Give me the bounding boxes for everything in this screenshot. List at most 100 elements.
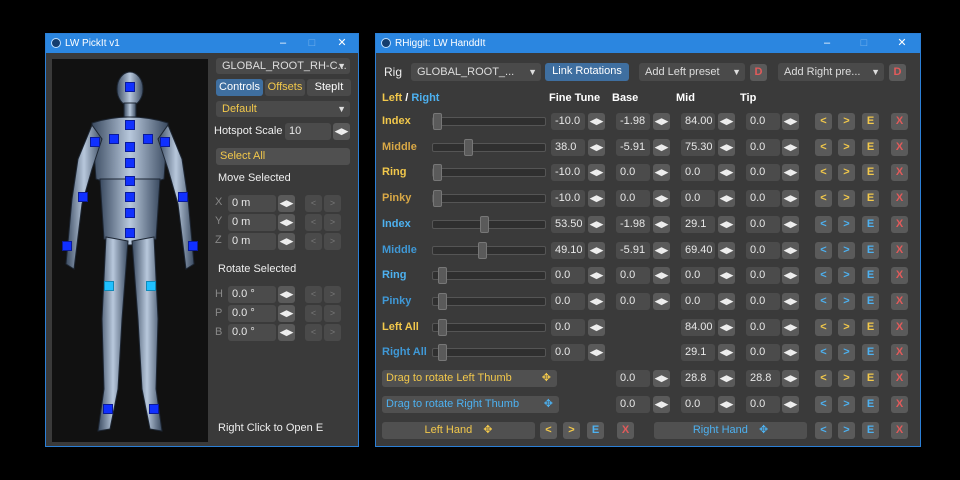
- left-middle-tip-input[interactable]: 0.0: [746, 138, 780, 156]
- hotspot-scale-spinner-icon[interactable]: ◀▶: [333, 123, 350, 140]
- rotate-b-input[interactable]: 0.0 °: [228, 324, 276, 341]
- right-middle-edit-button[interactable]: E: [862, 241, 879, 259]
- rotate-p-prev-icon[interactable]: <: [305, 305, 322, 322]
- right-right-all-reset-button[interactable]: X: [891, 344, 908, 362]
- left-hand-next-button[interactable]: >: [563, 422, 580, 439]
- left-middle-base-spinner-icon[interactable]: ◀▶: [653, 138, 670, 156]
- right-index-mid-input[interactable]: 29.1: [681, 215, 715, 233]
- right-index-tip-spinner-icon[interactable]: ◀▶: [782, 215, 799, 233]
- right-ring-slider-handle[interactable]: [438, 267, 448, 285]
- hotspot-elbow-left[interactable]: [178, 192, 188, 202]
- left-hand-button[interactable]: Left Hand ✥: [382, 422, 535, 439]
- add-right-preset-select[interactable]: Add Right pre... ▼: [778, 63, 884, 81]
- left-left-all-next-button[interactable]: >: [838, 318, 855, 336]
- right-index-tip-input[interactable]: 0.0: [746, 215, 780, 233]
- right-ring-fine-tune-spinner-icon[interactable]: ◀▶: [588, 267, 605, 285]
- rotate-b-spinner-icon[interactable]: ◀▶: [278, 324, 295, 341]
- left-thumb-prev-button[interactable]: <: [815, 370, 832, 387]
- right-middle-base-spinner-icon[interactable]: ◀▶: [653, 241, 670, 259]
- right-middle-tip-spinner-icon[interactable]: ◀▶: [782, 241, 799, 259]
- drag-right-thumb-button[interactable]: Drag to rotate Right Thumb ✥: [382, 396, 559, 413]
- left-ring-tip-input[interactable]: 0.0: [746, 164, 780, 182]
- left-pinky-edit-button[interactable]: E: [862, 190, 879, 208]
- right-hand-edit-button[interactable]: E: [862, 422, 879, 439]
- right-thumb-mid-spinner-icon[interactable]: ◀▶: [718, 396, 735, 413]
- left-ring-slider[interactable]: [432, 164, 546, 182]
- right-middle-tip-input[interactable]: 0.0: [746, 241, 780, 259]
- right-right-all-tip-spinner-icon[interactable]: ◀▶: [782, 344, 799, 362]
- minimize-icon[interactable]: –: [274, 35, 292, 51]
- rotate-p-spinner-icon[interactable]: ◀▶: [278, 305, 295, 322]
- hotspot-head[interactable]: [125, 82, 135, 92]
- left-middle-reset-button[interactable]: X: [891, 138, 908, 156]
- right-thumb-base-spinner-icon[interactable]: ◀▶: [653, 396, 670, 413]
- left-middle-next-button[interactable]: >: [838, 138, 855, 156]
- right-pinky-slider-handle[interactable]: [438, 292, 448, 310]
- left-ring-mid-input[interactable]: 0.0: [681, 164, 715, 182]
- left-middle-prev-button[interactable]: <: [815, 138, 832, 156]
- left-index-slider[interactable]: [432, 113, 546, 130]
- left-left-all-slider[interactable]: [432, 318, 546, 336]
- right-middle-fine-tune-spinner-icon[interactable]: ◀▶: [588, 241, 605, 259]
- right-ring-fine-tune-input[interactable]: 0.0: [551, 267, 585, 285]
- right-right-all-mid-input[interactable]: 29.1: [681, 344, 715, 362]
- right-pinky-base-input[interactable]: 0.0: [616, 292, 650, 310]
- hotspot-clavicle-left[interactable]: [143, 134, 153, 144]
- right-right-all-tip-input[interactable]: 0.0: [746, 344, 780, 362]
- tab-controls[interactable]: Controls: [216, 79, 263, 96]
- right-right-all-fine-tune-input[interactable]: 0.0: [551, 344, 585, 362]
- move-x-spinner-icon[interactable]: ◀▶: [278, 195, 295, 212]
- left-hand-reset-button[interactable]: X: [617, 422, 634, 439]
- right-index-mid-spinner-icon[interactable]: ◀▶: [718, 215, 735, 233]
- left-index-fine-tune-spinner-icon[interactable]: ◀▶: [588, 113, 605, 130]
- drag-left-thumb-button[interactable]: Drag to rotate Left Thumb ✥: [382, 370, 557, 387]
- left-thumb-base-input[interactable]: 0.0: [616, 370, 650, 387]
- hotspot-knee-right[interactable]: [104, 281, 114, 291]
- right-ring-base-spinner-icon[interactable]: ◀▶: [653, 267, 670, 285]
- rotate-b-next-icon[interactable]: >: [324, 324, 341, 341]
- hotspot-wrist-left[interactable]: [188, 241, 198, 251]
- left-thumb-tip-spinner-icon[interactable]: ◀▶: [782, 370, 799, 387]
- rotate-p-next-icon[interactable]: >: [324, 305, 341, 322]
- move-y-next-icon[interactable]: >: [324, 214, 341, 231]
- move-z-next-icon[interactable]: >: [324, 233, 341, 250]
- maximize-icon[interactable]: □: [855, 35, 873, 51]
- right-right-all-fine-tune-spinner-icon[interactable]: ◀▶: [588, 344, 605, 362]
- left-left-all-reset-button[interactable]: X: [891, 318, 908, 336]
- left-middle-fine-tune-input[interactable]: 38.0: [551, 138, 585, 156]
- left-middle-edit-button[interactable]: E: [862, 138, 879, 156]
- left-thumb-edit-button[interactable]: E: [862, 370, 879, 387]
- hotspot-chest[interactable]: [125, 142, 135, 152]
- hotspot-spine-upper[interactable]: [125, 158, 135, 168]
- left-left-all-slider-handle[interactable]: [438, 318, 448, 336]
- right-thumb-prev-button[interactable]: <: [815, 396, 832, 413]
- move-z-prev-icon[interactable]: <: [305, 233, 322, 250]
- right-hand-next-button[interactable]: >: [838, 422, 855, 439]
- left-index-base-spinner-icon[interactable]: ◀▶: [653, 113, 670, 130]
- left-index-edit-button[interactable]: E: [862, 113, 879, 130]
- left-pinky-prev-button[interactable]: <: [815, 190, 832, 208]
- right-thumb-tip-spinner-icon[interactable]: ◀▶: [782, 396, 799, 413]
- hotspot-shoulder-right[interactable]: [90, 137, 100, 147]
- hotspot-elbow-right[interactable]: [78, 192, 88, 202]
- right-index-slider[interactable]: [432, 215, 546, 233]
- left-index-slider-handle[interactable]: [433, 113, 442, 130]
- hotspot-spine-mid[interactable]: [125, 176, 135, 186]
- right-right-all-slider[interactable]: [432, 344, 546, 362]
- left-index-mid-spinner-icon[interactable]: ◀▶: [718, 113, 735, 130]
- add-left-preset-select[interactable]: Add Left preset ▼: [639, 63, 745, 81]
- move-y-prev-icon[interactable]: <: [305, 214, 322, 231]
- tab-stepit[interactable]: StepIt: [307, 79, 351, 96]
- left-ring-fine-tune-spinner-icon[interactable]: ◀▶: [588, 164, 605, 182]
- delete-left-preset-button[interactable]: D: [750, 64, 767, 81]
- right-ring-base-input[interactable]: 0.0: [616, 267, 650, 285]
- right-index-base-spinner-icon[interactable]: ◀▶: [653, 215, 670, 233]
- left-ring-base-input[interactable]: 0.0: [616, 164, 650, 182]
- move-z-input[interactable]: 0 m: [228, 233, 276, 250]
- move-x-next-icon[interactable]: >: [324, 195, 341, 212]
- left-ring-fine-tune-input[interactable]: -10.0: [551, 164, 585, 182]
- left-pinky-fine-tune-input[interactable]: -10.0: [551, 190, 585, 208]
- left-middle-tip-spinner-icon[interactable]: ◀▶: [782, 138, 799, 156]
- right-pinky-fine-tune-spinner-icon[interactable]: ◀▶: [588, 292, 605, 310]
- link-rotations-button[interactable]: Link Rotations: [545, 63, 629, 81]
